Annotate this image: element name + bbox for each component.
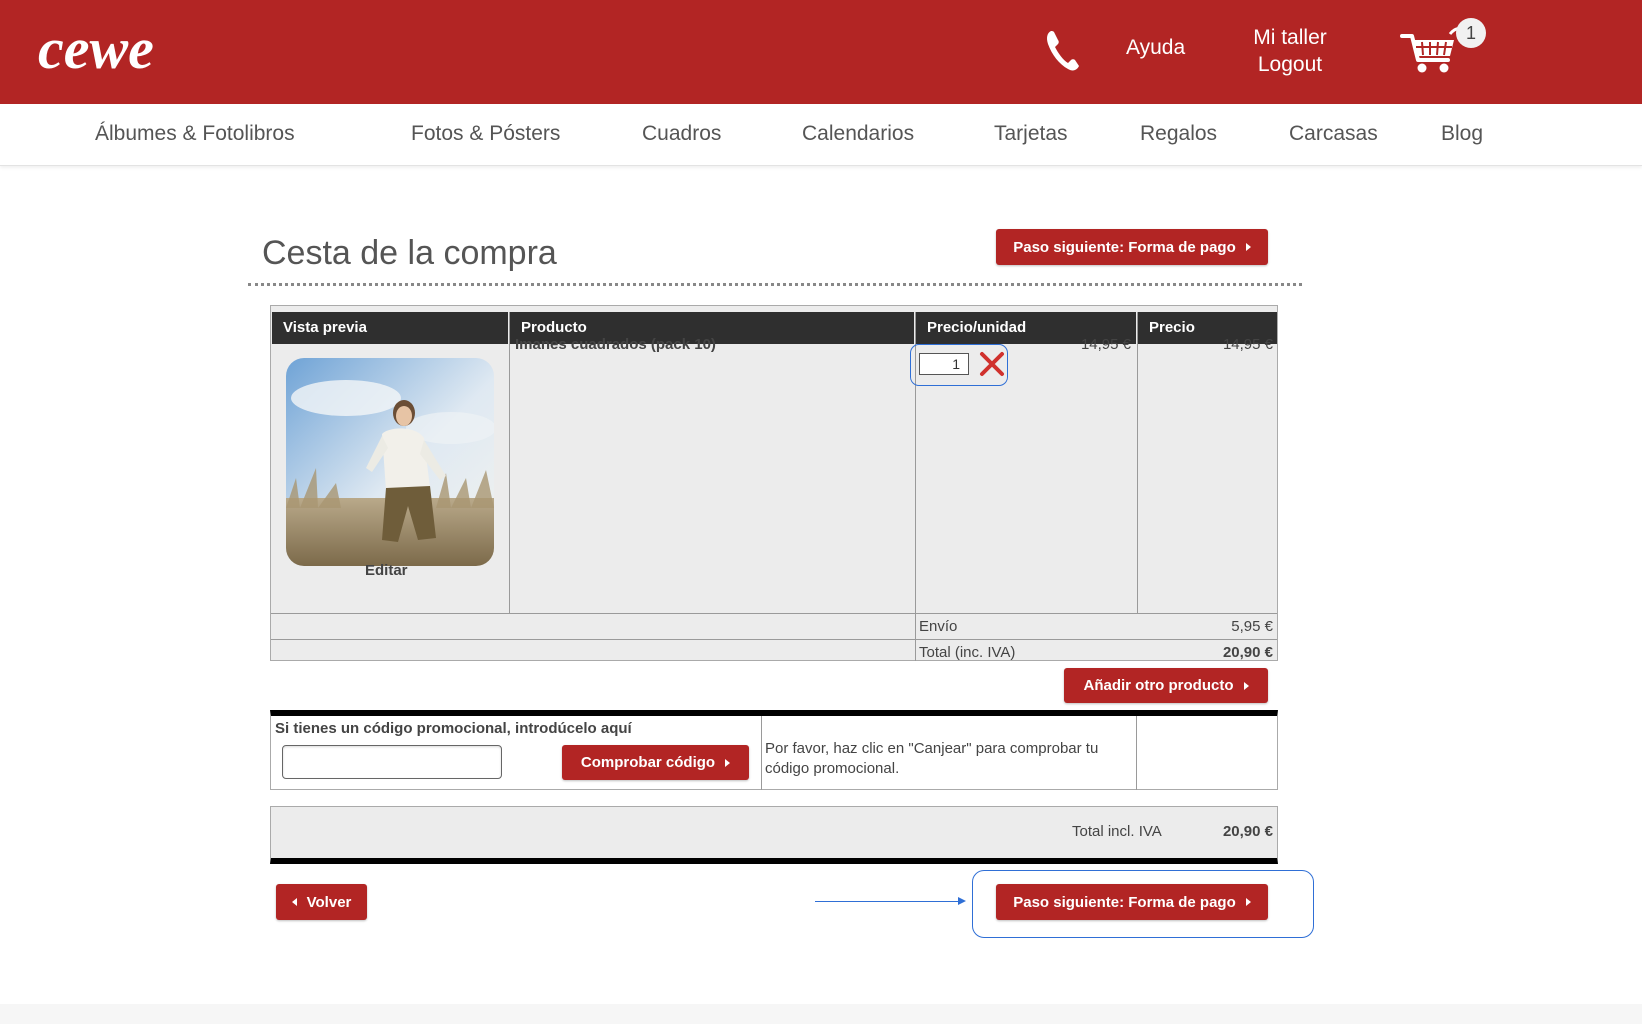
shopping-cart-icon[interactable] [1400, 26, 1462, 76]
total-value: 20,90 € [1222, 644, 1273, 661]
column-header-preview: Vista previa [272, 312, 508, 344]
cart-count-badge: 1 [1456, 18, 1486, 48]
promo-message: Por favor, haz clic en "Canjear" para co… [765, 740, 1099, 777]
my-workshop-link[interactable]: Mi taller [1230, 24, 1350, 51]
top-header: cewe Ayuda Mi taller Logout 1 [0, 0, 1642, 104]
edit-link[interactable]: Editar [365, 562, 408, 579]
nav-item-albums[interactable]: Álbumes & Fotolibros [95, 122, 295, 146]
annotation-arrow-head [958, 897, 966, 905]
order-total-box: Total incl. IVA 20,90 € [270, 806, 1278, 864]
caret-right-icon [1243, 681, 1249, 690]
column-divider [1136, 716, 1137, 790]
cart-table: Vista previa Producto Precio/unidad Prec… [270, 305, 1278, 661]
next-step-label: Paso siguiente: Forma de pago [1013, 238, 1236, 256]
back-label: Volver [306, 893, 352, 911]
promo-code-input[interactable] [282, 745, 502, 779]
main-nav: Álbumes & Fotolibros Fotos & Pósters Cua… [0, 104, 1642, 166]
nav-item-cases[interactable]: Carcasas [1289, 122, 1378, 146]
caret-right-icon [1245, 243, 1251, 251]
total-label: Total (inc. IVA) [919, 644, 1016, 661]
back-button[interactable]: Volver [276, 884, 367, 920]
nav-item-gifts[interactable]: Regalos [1140, 122, 1217, 146]
quantity-highlight-annotation [910, 344, 1008, 386]
product-name: Imanes cuadrados (pack 10) [515, 336, 716, 353]
nav-item-calendars[interactable]: Calendarios [802, 122, 914, 146]
summary-total-value: 20,90 € [1222, 823, 1273, 840]
product-preview-image[interactable] [286, 358, 494, 566]
nav-item-frames[interactable]: Cuadros [642, 122, 721, 146]
help-link[interactable]: Ayuda [1126, 36, 1185, 60]
shipping-label: Envío [919, 618, 958, 635]
shipping-value: 5,95 € [1231, 618, 1273, 635]
promo-label: Si tienes un código promocional, introdú… [275, 720, 632, 737]
column-divider [1137, 312, 1138, 613]
next-step-button-top[interactable]: Paso siguiente: Forma de pago [996, 229, 1268, 265]
nav-item-blog[interactable]: Blog [1441, 122, 1483, 146]
account-menu: Mi taller Logout [1230, 24, 1350, 78]
price-value: 14,95 € [1222, 336, 1273, 353]
phone-icon[interactable] [1044, 28, 1082, 72]
unit-price-value: 14,95 € [1080, 336, 1131, 353]
nav-item-photos-posters[interactable]: Fotos & Pósters [411, 122, 560, 146]
page-title: Cesta de la compra [262, 234, 557, 272]
add-product-button[interactable]: Añadir otro producto [1064, 668, 1268, 703]
summary-total-label: Total incl. IVA [1072, 823, 1162, 840]
column-divider [761, 716, 762, 790]
check-code-button[interactable]: Comprobar código [562, 745, 749, 780]
row-divider [271, 613, 1277, 614]
title-divider [248, 283, 1302, 286]
caret-left-icon [291, 898, 297, 906]
nav-item-cards[interactable]: Tarjetas [994, 122, 1068, 146]
next-step-button-bottom[interactable]: Paso siguiente: Forma de pago [996, 884, 1268, 920]
add-product-label: Añadir otro producto [1083, 677, 1234, 694]
next-step-label: Paso siguiente: Forma de pago [1013, 893, 1236, 911]
cewe-logo[interactable]: cewe [36, 20, 216, 80]
column-divider [509, 312, 510, 613]
promo-code-section: Si tienes un código promocional, introdú… [270, 710, 1278, 790]
check-code-label: Comprobar código [580, 754, 716, 771]
footer-strip [0, 1004, 1642, 1024]
caret-right-icon [725, 758, 731, 767]
logout-link[interactable]: Logout [1230, 51, 1350, 78]
caret-right-icon [1245, 898, 1251, 906]
logo-text: cewe [38, 20, 154, 80]
annotation-arrow [815, 901, 961, 902]
row-divider [271, 639, 1277, 640]
